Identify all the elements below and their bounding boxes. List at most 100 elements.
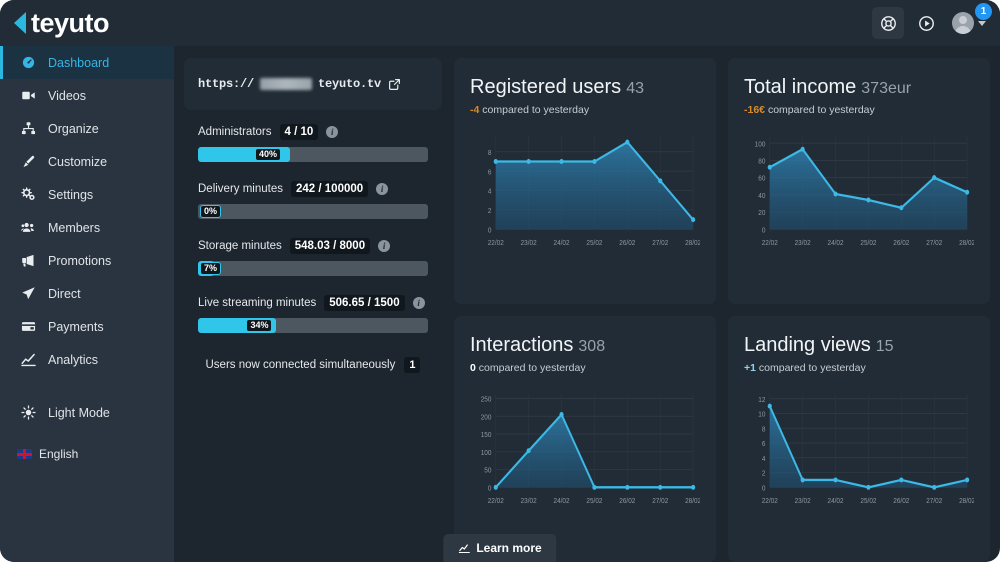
chart-svg: 0 50 100 150 200 250 22/02 23/02 24/02 25/02 26/02… bbox=[481, 394, 701, 505]
sidebar-item-direct[interactable]: Direct bbox=[0, 277, 174, 310]
sidebar-item-dashboard[interactable]: Dashboard bbox=[0, 46, 174, 79]
svg-text:24/02: 24/02 bbox=[828, 238, 844, 247]
svg-text:60: 60 bbox=[758, 174, 765, 183]
chart-plot: 0 2 4 6 8 10 12 22/02 23/02 24/02 25/02 26/02 27/02 2… bbox=[744, 386, 975, 513]
learn-more-button[interactable]: Learn more bbox=[443, 534, 557, 562]
quota-row: Storage minutes 548.03 / 8000 i 7% bbox=[198, 238, 428, 276]
quota-percent-label: 34% bbox=[246, 319, 273, 332]
chart-delta-value: -16€ bbox=[744, 104, 766, 116]
sidebar-item-payments[interactable]: Payments bbox=[0, 310, 174, 343]
megaphone-icon bbox=[20, 253, 37, 268]
language-label: English bbox=[39, 447, 79, 461]
logo[interactable]: teyuto bbox=[0, 9, 174, 37]
sidebar-item-light-mode[interactable]: Light Mode bbox=[0, 396, 174, 429]
quota-percent-label: 0% bbox=[200, 205, 222, 218]
svg-text:23/02: 23/02 bbox=[795, 238, 811, 247]
svg-text:8: 8 bbox=[488, 148, 492, 157]
chart-title-text: Interactions bbox=[470, 334, 574, 356]
sun-icon bbox=[20, 405, 37, 420]
svg-text:0: 0 bbox=[762, 484, 766, 493]
chart-total: 43 bbox=[626, 80, 644, 97]
svg-text:24/02: 24/02 bbox=[828, 496, 844, 505]
sidebar-item-analytics[interactable]: Analytics bbox=[0, 343, 174, 376]
chart-card: Total income 373eur -16€ compared to yeste… bbox=[728, 58, 990, 304]
info-icon[interactable]: i bbox=[412, 297, 425, 309]
sidebar-item-label: Direct bbox=[48, 286, 81, 301]
user-menu[interactable]: 1 bbox=[952, 3, 992, 34]
gauge-icon bbox=[20, 55, 37, 70]
chart-title: Registered users 43 bbox=[470, 76, 700, 99]
brush-icon bbox=[20, 154, 37, 169]
quota-row: Live streaming minutes 506.65 / 1500 i 34% bbox=[198, 295, 428, 333]
paper-plane-icon bbox=[20, 286, 37, 301]
sidebar-item-customize[interactable]: Customize bbox=[0, 145, 174, 178]
info-icon[interactable]: i bbox=[376, 183, 389, 195]
svg-text:22/02: 22/02 bbox=[762, 496, 778, 505]
svg-text:20: 20 bbox=[758, 209, 765, 218]
chart-row-top: Registered users 43 -4 compared to yesterd… bbox=[454, 58, 990, 304]
svg-text:50: 50 bbox=[484, 466, 491, 475]
svg-text:26/02: 26/02 bbox=[893, 238, 909, 247]
svg-text:23/02: 23/02 bbox=[521, 496, 537, 505]
quota-progress-bar: 40% bbox=[198, 147, 428, 162]
sidebar-item-promotions[interactable]: Promotions bbox=[0, 244, 174, 277]
chart-title: Landing views 15 bbox=[744, 334, 974, 357]
notification-badge: 1 bbox=[975, 3, 992, 20]
svg-text:22/02: 22/02 bbox=[488, 496, 504, 505]
svg-text:2: 2 bbox=[762, 469, 766, 478]
chart-delta: -16€ compared to yesterday bbox=[744, 104, 974, 116]
svg-text:28/02: 28/02 bbox=[685, 496, 700, 505]
chart-row-bottom: Interactions 308 0 compared to yesterday 0 5… bbox=[454, 316, 990, 562]
svg-text:25/02: 25/02 bbox=[586, 238, 602, 247]
quota-panel: https:// teyuto.tv Administrators 4 / 10 i… bbox=[184, 58, 442, 562]
info-icon[interactable]: i bbox=[326, 126, 339, 138]
chart-title-text: Registered users bbox=[470, 76, 622, 98]
sitemap-icon bbox=[20, 121, 37, 136]
svg-text:25/02: 25/02 bbox=[586, 496, 602, 505]
app-header: teyuto 1 bbox=[0, 0, 1000, 46]
svg-text:26/02: 26/02 bbox=[619, 238, 635, 247]
url-suffix: teyuto.tv bbox=[318, 77, 382, 91]
chart-title: Interactions 308 bbox=[470, 334, 700, 357]
chart-delta-value: -4 bbox=[470, 104, 480, 116]
sidebar-item-label: Payments bbox=[48, 319, 104, 334]
video-button[interactable] bbox=[910, 7, 942, 39]
chevron-down-icon bbox=[978, 20, 986, 26]
quota-header: Administrators 4 / 10 i bbox=[198, 124, 428, 140]
svg-text:24/02: 24/02 bbox=[554, 238, 570, 247]
quota-progress-bar: 34% bbox=[198, 318, 428, 333]
external-link-icon[interactable] bbox=[388, 78, 401, 91]
url-redacted-block bbox=[260, 78, 313, 90]
users-icon bbox=[20, 220, 37, 235]
uk-flag-icon bbox=[17, 449, 32, 459]
learn-more-label: Learn more bbox=[476, 541, 542, 555]
svg-text:0: 0 bbox=[488, 484, 492, 493]
quota-value: 548.03 / 8000 bbox=[289, 238, 371, 254]
info-icon[interactable]: i bbox=[378, 240, 391, 252]
svg-text:40: 40 bbox=[758, 191, 765, 200]
svg-text:28/02: 28/02 bbox=[959, 238, 974, 247]
card-icon bbox=[20, 319, 37, 334]
language-selector[interactable]: English bbox=[0, 447, 174, 461]
sidebar-item-label: Videos bbox=[48, 88, 86, 103]
quota-percent-label: 7% bbox=[200, 262, 222, 275]
quota-label: Storage minutes bbox=[198, 240, 282, 252]
chart-card: Landing views 15 +1 compared to yesterday 0… bbox=[728, 316, 990, 562]
quota-progress-bar: 0% bbox=[198, 204, 428, 219]
header-actions: 1 bbox=[872, 3, 1000, 39]
play-circle-icon bbox=[918, 15, 934, 31]
sidebar-item-organize[interactable]: Organize bbox=[0, 112, 174, 145]
help-button[interactable] bbox=[872, 7, 904, 39]
sidebar-item-settings[interactable]: Settings bbox=[0, 178, 174, 211]
chart-svg: 0 2 4 6 8 10 12 22/02 23/02 24/02 25/02 26/02 27/02 2… bbox=[758, 394, 975, 505]
site-url-card[interactable]: https:// teyuto.tv bbox=[184, 58, 442, 110]
sidebar-item-members[interactable]: Members bbox=[0, 211, 174, 244]
chart-delta-text: compared to yesterday bbox=[767, 104, 875, 116]
sidebar-item-label: Dashboard bbox=[48, 55, 110, 70]
svg-text:25/02: 25/02 bbox=[860, 496, 876, 505]
chart-delta-text: compared to yesterday bbox=[758, 362, 866, 374]
svg-text:4: 4 bbox=[488, 187, 492, 196]
life-ring-icon bbox=[880, 15, 896, 31]
svg-text:150: 150 bbox=[481, 431, 492, 440]
sidebar-item-videos[interactable]: Videos bbox=[0, 79, 174, 112]
